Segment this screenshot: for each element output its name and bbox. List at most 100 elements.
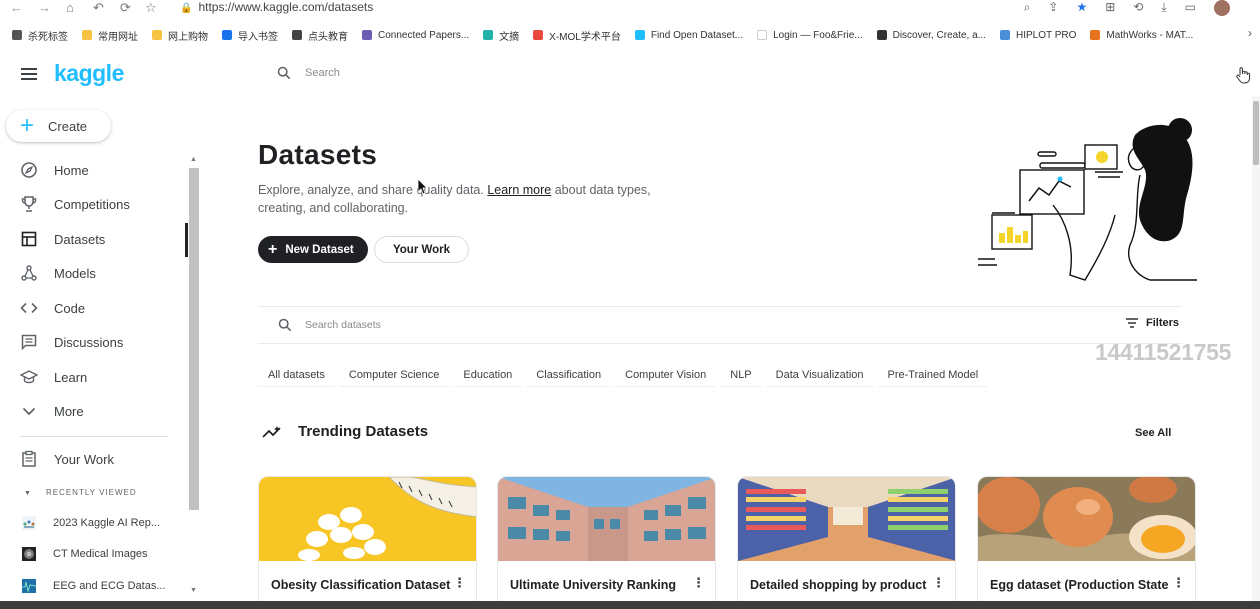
address-bar[interactable]: 🔒 https://www.kaggle.com/datasets (180, 0, 373, 14)
eeg-thumbnail (22, 579, 36, 593)
home-icon[interactable]: ⌂ (66, 0, 74, 15)
sidebar-item-label: Your Work (54, 451, 114, 467)
filter-icon (1126, 318, 1138, 328)
bookmark-item[interactable]: 杀死标签 (12, 28, 68, 43)
bookmark-item[interactable]: Find Open Dataset... (634, 29, 744, 41)
sidebar-item-code[interactable]: Code (20, 299, 85, 317)
dataset-search-bar[interactable]: Search datasets (258, 306, 1182, 344)
chip-nlp[interactable]: NLP (720, 363, 762, 387)
site-search[interactable]: Search (277, 66, 340, 80)
profile-avatar[interactable] (1214, 0, 1230, 16)
sidebar-item-home[interactable]: Home (20, 161, 89, 179)
card-title[interactable]: Ultimate University Ranking (510, 578, 690, 592)
bookmark-label: 导入书签 (238, 31, 278, 43)
dataset-card[interactable]: Detailed shopping by product ⋮ (737, 476, 956, 609)
sidebar-item-discussions[interactable]: Discussions (20, 333, 123, 351)
extension-icon[interactable]: ⊞ (1105, 0, 1115, 16)
compass-icon (21, 162, 37, 178)
chip-education[interactable]: Education (453, 363, 523, 387)
trending-icon (262, 425, 281, 438)
sidebar-item-more[interactable]: More (20, 402, 84, 420)
bookmark-item[interactable]: Login — Foo&Frie... (757, 30, 863, 41)
sync-icon[interactable]: ⟲ (1133, 0, 1143, 16)
sidebar-item-datasets[interactable]: Datasets (20, 230, 105, 248)
more-options-icon[interactable]: ⋮ (932, 575, 945, 591)
bookmark-item[interactable]: MathWorks - MAT... (1090, 30, 1193, 41)
forward-icon[interactable]: → (38, 0, 51, 15)
sidebar-item-your-work[interactable]: Your Work (20, 450, 114, 468)
dataset-card[interactable]: Obesity Classification Dataset ⋮ (258, 476, 477, 609)
sidebar-icon[interactable]: ▭ (1185, 0, 1196, 16)
more-options-icon[interactable]: ⋮ (1172, 575, 1185, 591)
chip-computer-vision[interactable]: Computer Vision (615, 363, 717, 387)
sidebar-item-models[interactable]: Models (20, 264, 96, 282)
undo-icon[interactable]: ↶ (93, 0, 104, 16)
filters-button[interactable]: Filters (1126, 317, 1179, 329)
bookmark-favicon-icon (757, 30, 768, 40)
menu-icon[interactable] (21, 68, 37, 80)
page-title: Datasets (258, 139, 378, 170)
chip-pre-trained-model[interactable]: Pre-Trained Model (877, 363, 989, 387)
bookmark-item[interactable]: Discover, Create, a... (876, 30, 986, 41)
chip-all-datasets[interactable]: All datasets (258, 363, 335, 387)
bookmark-favicon-icon (362, 30, 372, 40)
back-icon[interactable]: ← (10, 0, 23, 15)
card-title[interactable]: Egg dataset (Production State (990, 578, 1170, 592)
bookmark-star-icon[interactable]: ★ (1076, 0, 1087, 16)
chip-data-visualization[interactable]: Data Visualization (765, 363, 874, 387)
recently-viewed-label: RECENTLY VIEWED (45, 488, 137, 497)
kaggle-logo[interactable]: kaggle (54, 60, 124, 87)
card-title[interactable]: Detailed shopping by product (750, 578, 930, 592)
hand-cursor-icon[interactable] (1235, 66, 1251, 84)
sidebar-scroll-thumb[interactable] (189, 168, 199, 510)
zoom-icon[interactable]: ⌕ (1024, 0, 1031, 16)
dataset-search-placeholder: Search datasets (305, 319, 381, 331)
reload-icon[interactable]: ⟳ (120, 0, 131, 16)
browser-actions: ⌕ ⇪ ★ ⊞ ⟲ ⤓ ▭ (1024, 0, 1230, 16)
bookmarks-overflow-icon[interactable]: › (1248, 26, 1252, 40)
learn-more-link[interactable]: Learn more (487, 183, 551, 197)
page-scrollbar[interactable] (1252, 96, 1260, 601)
dataset-card[interactable]: Ultimate University Ranking ⋮ (497, 476, 716, 609)
bookmark-label: Find Open Dataset... (650, 29, 744, 41)
dataset-card[interactable]: Egg dataset (Production State ⋮ (977, 476, 1196, 609)
star-outline-icon[interactable]: ☆ (145, 0, 157, 16)
bookmark-item[interactable]: 导入书签 (222, 28, 278, 43)
bookmark-item[interactable]: 网上购物 (152, 28, 208, 43)
recent-item-label: EEG and ECG Datas... (53, 580, 166, 592)
chip-classification[interactable]: Classification (526, 363, 612, 387)
sidebar-item-label: Competitions (54, 196, 130, 212)
university-ranking-thumbnail (498, 477, 715, 561)
create-button[interactable]: + Create (6, 110, 111, 142)
bookmark-item[interactable]: 点头教育 (292, 28, 348, 43)
more-options-icon[interactable]: ⋮ (453, 575, 466, 591)
scroll-down-arrow-icon[interactable]: ▼ (190, 587, 197, 594)
sidebar-item-label: Learn (54, 369, 88, 385)
recent-item[interactable]: EEG and ECG Datas... (22, 579, 166, 593)
new-dataset-button[interactable]: + New Dataset (258, 236, 368, 263)
sidebar-item-learn[interactable]: Learn (20, 368, 87, 386)
clipboard-icon (22, 450, 36, 467)
your-work-button[interactable]: Your Work (374, 236, 469, 263)
card-title[interactable]: Obesity Classification Dataset (271, 578, 451, 592)
recent-item[interactable]: 2023 Kaggle AI Rep... (22, 516, 160, 530)
sidebar-item-competitions[interactable]: Competitions (20, 195, 130, 213)
bookmark-label: MathWorks - MAT... (1106, 29, 1194, 41)
trending-title: Trending Datasets (298, 423, 429, 440)
scroll-up-arrow-icon[interactable]: ▲ (190, 156, 197, 163)
recent-item[interactable]: CT Medical Images (22, 547, 148, 561)
download-icon[interactable]: ⤓ (1161, 0, 1166, 16)
bookmark-item[interactable]: HIPLOT PRO (999, 30, 1076, 41)
bookmark-item[interactable]: 文摘 (483, 28, 519, 43)
see-all-link[interactable]: See All (1135, 427, 1171, 439)
recently-viewed-header[interactable]: ▼ RECENTLY VIEWED (24, 488, 137, 497)
more-options-icon[interactable]: ⋮ (692, 575, 705, 591)
page-scroll-thumb[interactable] (1253, 101, 1259, 165)
bookmark-favicon-icon (222, 30, 232, 40)
bookmark-item[interactable]: X-MOL学术平台 (533, 28, 621, 43)
share-icon[interactable]: ⇪ (1048, 0, 1058, 16)
bookmark-favicon-icon (1090, 30, 1101, 40)
bookmark-item[interactable]: 常用网址 (82, 28, 138, 43)
bookmark-item[interactable]: Connected Papers... (362, 30, 469, 41)
chip-computer-science[interactable]: Computer Science (338, 363, 450, 387)
